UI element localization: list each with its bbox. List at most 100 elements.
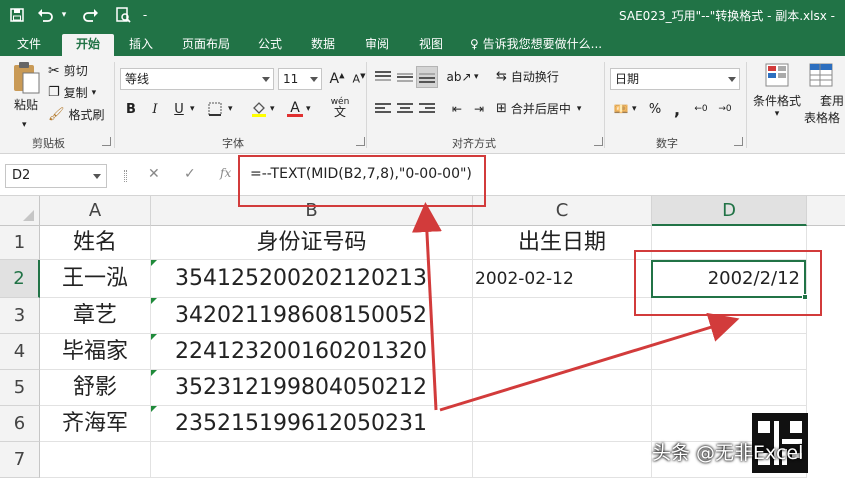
- paste-dropdown-icon[interactable]: ▾: [22, 120, 27, 130]
- cell-c2[interactable]: 2002-02-12: [473, 260, 652, 298]
- cut-button[interactable]: ✂ 剪切: [48, 62, 88, 79]
- increase-indent-button[interactable]: ⇥: [468, 98, 490, 120]
- cell-c6[interactable]: [473, 406, 652, 442]
- column-header-d[interactable]: D: [652, 196, 807, 226]
- merge-center-button[interactable]: ⊞ 合并后居中 ▾: [496, 100, 581, 117]
- middle-align-button[interactable]: [394, 66, 416, 88]
- number-launcher-icon[interactable]: [734, 137, 743, 146]
- font-name-combo[interactable]: 等线: [120, 68, 274, 90]
- bold-button[interactable]: B: [120, 98, 142, 120]
- number-format-combo[interactable]: 日期: [610, 68, 740, 90]
- tab-data[interactable]: 数据: [300, 34, 346, 56]
- tab-page-layout[interactable]: 页面布局: [172, 34, 240, 56]
- column-header-a[interactable]: A: [40, 196, 151, 226]
- underline-dropdown-icon[interactable]: ▾: [190, 104, 195, 114]
- cell-a1[interactable]: 姓名: [40, 226, 151, 260]
- row-header-5[interactable]: 5: [0, 370, 40, 406]
- select-all-button[interactable]: [0, 196, 40, 226]
- cell-a4[interactable]: 毕福家: [40, 334, 151, 370]
- font-color-button[interactable]: A: [284, 98, 306, 120]
- accounting-dropdown-icon[interactable]: ▾: [632, 104, 637, 114]
- conditional-formatting-button[interactable]: 条件格式 ▾: [750, 62, 804, 119]
- font-size-combo[interactable]: 11: [278, 68, 322, 90]
- row-header-6[interactable]: 6: [0, 406, 40, 442]
- row-header-3[interactable]: 3: [0, 298, 40, 334]
- cell-c5[interactable]: [473, 370, 652, 406]
- increase-decimal-button[interactable]: ←0: [690, 98, 712, 120]
- orientation-dropdown-icon[interactable]: ▾: [474, 72, 479, 82]
- formula-bar-grip[interactable]: [124, 170, 127, 182]
- tab-formulas[interactable]: 公式: [248, 34, 292, 56]
- font-color-dropdown-icon[interactable]: ▾: [306, 104, 311, 114]
- percent-button[interactable]: %: [644, 98, 666, 120]
- paste-button[interactable]: 粘贴: [8, 60, 44, 120]
- bottom-align-button[interactable]: [416, 66, 438, 88]
- tab-home[interactable]: 开始: [62, 34, 114, 56]
- align-center-button[interactable]: [394, 98, 416, 120]
- insert-function-icon[interactable]: fx: [220, 166, 231, 180]
- underline-button[interactable]: U: [168, 98, 190, 120]
- align-left-button[interactable]: [372, 98, 394, 120]
- cell-d5[interactable]: [652, 370, 807, 406]
- paste-icon: [14, 62, 40, 94]
- undo-icon[interactable]: [34, 4, 56, 26]
- cell-b2[interactable]: 354125200202120213: [151, 260, 473, 298]
- cancel-icon[interactable]: ✕: [148, 166, 160, 182]
- cell-b4[interactable]: 224123200160201320: [151, 334, 473, 370]
- cell-a3[interactable]: 章艺: [40, 298, 151, 334]
- orientation-button[interactable]: ab↗: [446, 66, 472, 88]
- row-header-2[interactable]: 2: [0, 260, 40, 298]
- column-header-e[interactable]: [807, 196, 845, 226]
- save-icon[interactable]: [6, 4, 28, 26]
- customize-quick-access-icon[interactable]: -: [140, 4, 150, 26]
- clipboard-launcher-icon[interactable]: [102, 137, 111, 146]
- borders-button[interactable]: [204, 98, 226, 120]
- copy-button[interactable]: ❐ 复制 ▾: [48, 84, 96, 101]
- cell-b6[interactable]: 235215199612050231: [151, 406, 473, 442]
- comma-button[interactable]: ,: [666, 98, 688, 120]
- cell-a7[interactable]: [40, 442, 151, 478]
- accounting-format-button[interactable]: 💴: [610, 98, 632, 120]
- tab-view[interactable]: 视图: [408, 34, 454, 56]
- wrap-text-button[interactable]: ⇆ 自动换行: [496, 68, 559, 85]
- name-box[interactable]: D2: [5, 164, 107, 188]
- decrease-indent-button[interactable]: ⇤: [446, 98, 468, 120]
- align-right-button[interactable]: [416, 98, 438, 120]
- grow-font-button[interactable]: A▲: [326, 68, 348, 90]
- format-painter-button[interactable]: 🖌 格式刷: [48, 106, 105, 123]
- cell-c4[interactable]: [473, 334, 652, 370]
- tab-review[interactable]: 审阅: [354, 34, 400, 56]
- cell-b7[interactable]: [151, 442, 473, 478]
- fill-color-button[interactable]: [248, 98, 270, 120]
- redo-icon[interactable]: [80, 4, 102, 26]
- phonetic-button[interactable]: wén 文: [326, 96, 354, 118]
- row-header-4[interactable]: 4: [0, 334, 40, 370]
- cell-c3[interactable]: [473, 298, 652, 334]
- cell-a6[interactable]: 齐海军: [40, 406, 151, 442]
- fill-color-dropdown-icon[interactable]: ▾: [270, 104, 275, 114]
- alignment-launcher-icon[interactable]: [594, 137, 603, 146]
- print-preview-icon[interactable]: [112, 4, 134, 26]
- column-header-c[interactable]: C: [473, 196, 652, 226]
- borders-dropdown-icon[interactable]: ▾: [228, 104, 233, 114]
- cell-c7[interactable]: [473, 442, 652, 478]
- decrease-decimal-button[interactable]: →0: [714, 98, 736, 120]
- italic-button[interactable]: I: [144, 98, 166, 120]
- cell-b1[interactable]: 身份证号码: [151, 226, 473, 260]
- enter-icon[interactable]: ✓: [184, 166, 196, 182]
- top-align-button[interactable]: [372, 66, 394, 88]
- font-launcher-icon[interactable]: [356, 137, 365, 146]
- cell-a2[interactable]: 王一泓: [40, 260, 151, 298]
- cell-a5[interactable]: 舒影: [40, 370, 151, 406]
- row-header-1[interactable]: 1: [0, 226, 40, 260]
- cell-d4[interactable]: [652, 334, 807, 370]
- row-header-7[interactable]: 7: [0, 442, 40, 478]
- undo-dropdown-icon[interactable]: ▾: [58, 4, 70, 26]
- format-as-table-button[interactable]: 套用 表格格: [804, 62, 845, 126]
- tab-insert[interactable]: 插入: [118, 34, 164, 56]
- tab-file[interactable]: 文件: [4, 34, 54, 56]
- tell-me-search[interactable]: ♀ 告诉我您想要做什么...: [470, 34, 602, 56]
- cell-b3[interactable]: 342021198608150052: [151, 298, 473, 334]
- cell-c1[interactable]: 出生日期: [473, 226, 652, 260]
- cell-b5[interactable]: 352312199804050212: [151, 370, 473, 406]
